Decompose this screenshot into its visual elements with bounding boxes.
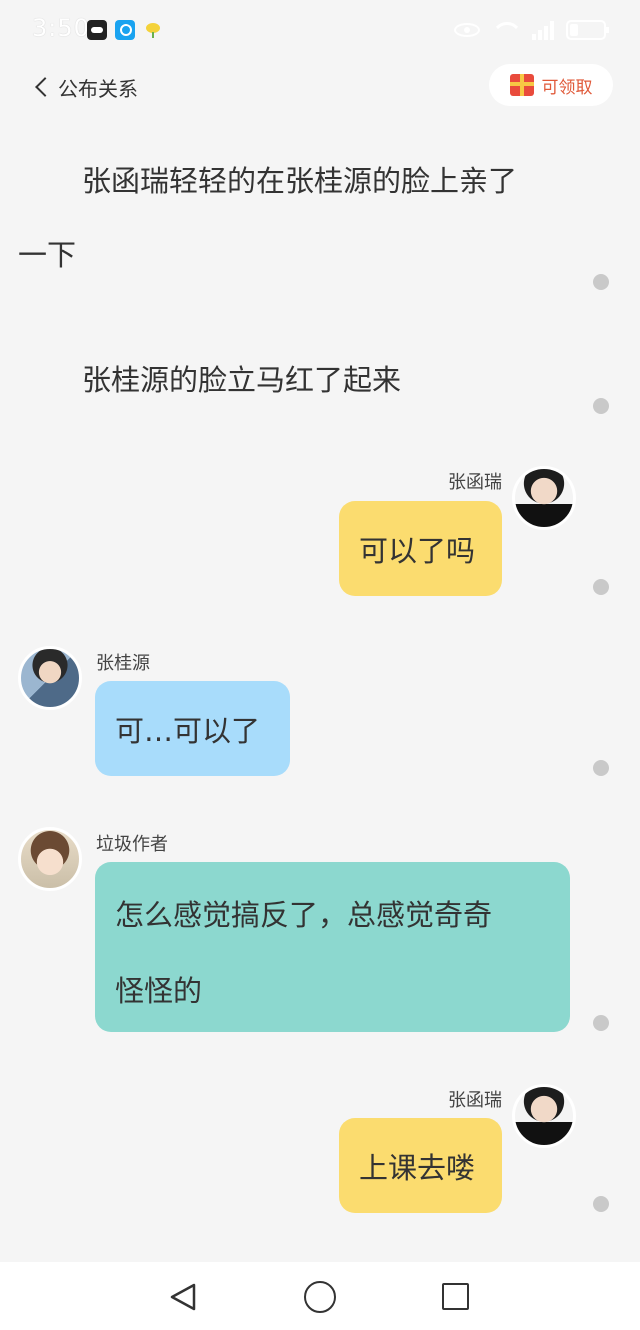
comment-dot[interactable]: [593, 760, 609, 776]
page-title: 公布关系: [58, 76, 138, 101]
message-bubble[interactable]: 怎么感觉搞反了，总感觉奇奇 怪怪的: [95, 862, 570, 1032]
avatar[interactable]: [512, 1084, 576, 1148]
message-bubble[interactable]: 可…可以了: [95, 681, 290, 776]
wifi-icon: [492, 20, 520, 40]
message-bubble[interactable]: 可以了吗: [339, 501, 502, 596]
plant-app-icon: [143, 20, 163, 40]
status-time: 3:50: [32, 14, 90, 42]
home-circle-icon[interactable]: [304, 1281, 336, 1313]
sender-name: 张函瑞: [448, 1090, 502, 1111]
narration-line: 一下: [18, 238, 77, 272]
comment-dot[interactable]: [593, 579, 609, 595]
system-nav-bar: [0, 1262, 640, 1330]
narration-line: 张函瑞轻轻的在张桂源的脸上亲了: [82, 164, 518, 198]
sender-name: 张桂源: [96, 653, 150, 674]
narration-paragraph: 张桂源的脸立马红了起来: [82, 363, 402, 397]
back-triangle-icon[interactable]: [168, 1282, 198, 1312]
comment-dot[interactable]: [593, 398, 609, 414]
sender-name: 张函瑞: [448, 472, 502, 493]
battery-icon: [566, 20, 609, 40]
message-line: 怎么感觉搞反了，总感觉奇奇: [115, 898, 493, 932]
signal-icon: [532, 20, 554, 40]
chevron-left-icon: [35, 77, 55, 97]
mask-app-icon: [87, 20, 107, 40]
claim-label: 可领取: [541, 77, 593, 98]
narration-paragraph: 张函瑞轻轻的在张桂源的脸上亲了 一下: [0, 144, 580, 292]
comment-dot[interactable]: [593, 1196, 609, 1212]
back-button[interactable]: 公布关系: [30, 70, 138, 104]
recents-square-icon[interactable]: [442, 1283, 469, 1310]
comment-dot[interactable]: [593, 274, 609, 290]
avatar[interactable]: [18, 646, 82, 710]
comment-dot[interactable]: [593, 1015, 609, 1031]
message-line: 怪怪的: [115, 974, 203, 1008]
avatar[interactable]: [18, 827, 82, 891]
eye-icon: [454, 23, 480, 37]
search-app-icon: [115, 20, 135, 40]
gift-icon: [509, 74, 534, 96]
sender-name: 垃圾作者: [96, 834, 168, 855]
avatar[interactable]: [512, 466, 576, 530]
message-bubble[interactable]: 上课去喽: [339, 1118, 502, 1213]
claim-reward-button[interactable]: 可领取: [489, 64, 613, 106]
status-bar: 3:50: [0, 0, 640, 60]
status-indicators: [454, 16, 609, 44]
